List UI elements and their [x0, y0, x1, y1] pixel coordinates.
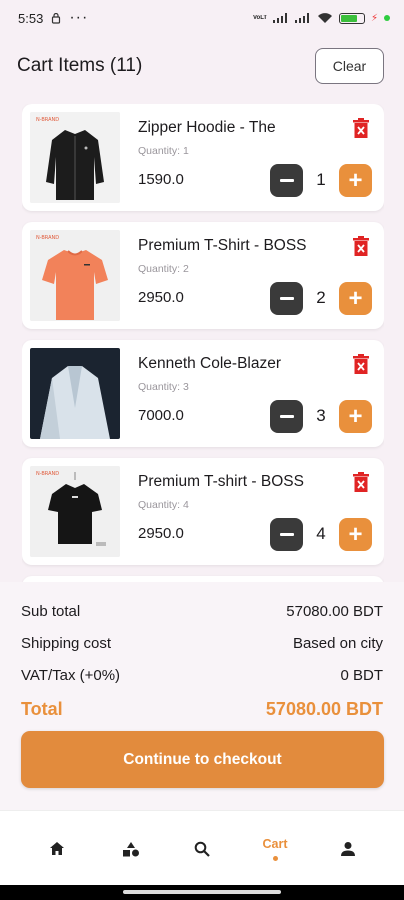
- delete-icon[interactable]: [352, 236, 370, 256]
- shipping-label: Shipping cost: [21, 635, 112, 652]
- plus-icon: +: [348, 167, 363, 194]
- product-image[interactable]: N-BRAND: [30, 230, 120, 321]
- nav-cart[interactable]: Cart: [245, 811, 305, 886]
- decrease-quantity-button[interactable]: [270, 282, 303, 315]
- decrease-quantity-button[interactable]: [270, 164, 303, 197]
- total-label: Total: [21, 699, 63, 719]
- delete-icon[interactable]: [352, 118, 370, 138]
- nav-cart-label: Cart: [262, 836, 288, 851]
- total-value: 57080.00 BDT: [265, 699, 383, 719]
- increase-quantity-button[interactable]: +: [339, 400, 372, 433]
- subtotal-value: 57080.00 BDT: [286, 603, 383, 620]
- svg-text:N-BRAND: N-BRAND: [36, 117, 59, 123]
- subtotal-label: Sub total: [21, 603, 81, 620]
- minus-icon: [279, 297, 294, 300]
- home-icon: [50, 842, 64, 855]
- quantity-label: Quantity: 1: [138, 145, 189, 157]
- quantity-label: Quantity: 3: [138, 381, 189, 393]
- quantity-value: 4: [316, 524, 326, 543]
- product-image[interactable]: N-BRAND: [30, 112, 120, 203]
- notification-icon: [52, 12, 61, 24]
- nav-search[interactable]: [172, 811, 232, 886]
- vat-label: VAT/Tax (+0%): [21, 667, 121, 684]
- order-summary: Sub total 57080.00 BDT Shipping cost Bas…: [0, 582, 404, 810]
- quantity-label: Quantity: 4: [138, 499, 189, 511]
- minus-icon: [279, 533, 294, 536]
- quantity-value: 2: [316, 288, 326, 307]
- product-name[interactable]: Premium T-Shirt - BOSS: [138, 237, 307, 255]
- product-name[interactable]: Zipper Hoodie - The: [138, 119, 276, 137]
- profile-icon: [341, 841, 355, 856]
- active-indicator: [272, 855, 278, 861]
- status-bar: 5:53 ··· VoLTE ⚡: [0, 0, 404, 36]
- delete-icon[interactable]: [352, 472, 370, 492]
- product-image[interactable]: N-BRAND: [30, 466, 120, 557]
- product-name[interactable]: Kenneth Cole-Blazer: [138, 355, 281, 373]
- quantity-value: 1: [316, 170, 326, 189]
- cart-item-card[interactable]: N-BRAND Premium T-shirt - BOSS Quantity:…: [22, 458, 384, 565]
- cart-item-card[interactable]: N-BRAND Zipper Hoodie - The Quantity: 1 …: [22, 104, 384, 211]
- shipping-value: Based on city: [292, 635, 383, 652]
- wifi-icon: [317, 13, 332, 23]
- battery-icon: [338, 12, 365, 24]
- shipping-row: Shipping cost Based on city: [21, 635, 383, 652]
- volte-indicator: VoLTE: [252, 15, 267, 21]
- plus-icon: +: [348, 403, 363, 430]
- subtotal-row: Sub total 57080.00 BDT: [21, 603, 383, 620]
- status-time: 5:53: [18, 10, 44, 26]
- increase-quantity-button[interactable]: +: [339, 282, 372, 315]
- signal-icon: [272, 13, 289, 23]
- vat-value: 0 BDT: [340, 667, 383, 684]
- quantity-label: Quantity: 2: [138, 263, 189, 275]
- increase-quantity-button[interactable]: +: [339, 518, 372, 551]
- total-row: Total 57080.00 BDT: [21, 699, 383, 720]
- bottom-navigation: Cart: [0, 810, 404, 885]
- nav-home[interactable]: [27, 811, 87, 886]
- product-price: 2950.0: [138, 525, 184, 542]
- checkout-button[interactable]: Continue to checkout: [21, 731, 384, 788]
- svg-text:N-BRAND: N-BRAND: [36, 471, 59, 477]
- svg-text:N-BRAND: N-BRAND: [36, 235, 59, 241]
- home-gesture-bar[interactable]: [123, 890, 281, 894]
- quantity-value: 3: [316, 406, 326, 425]
- page-title: Cart Items (11): [17, 55, 143, 76]
- vat-row: VAT/Tax (+0%) 0 BDT: [21, 667, 383, 684]
- charging-icon: ⚡: [370, 12, 378, 24]
- cart-list[interactable]: N-BRAND Zipper Hoodie - The Quantity: 1 …: [22, 104, 384, 582]
- clear-cart-button[interactable]: Clear: [315, 48, 384, 84]
- delete-icon[interactable]: [352, 354, 370, 374]
- minus-icon: [279, 179, 294, 182]
- gesture-area: [0, 885, 404, 900]
- categories-icon: [123, 841, 139, 856]
- plus-icon: +: [348, 285, 363, 312]
- nav-profile[interactable]: [318, 811, 378, 886]
- signal-icon-2: [294, 13, 311, 23]
- product-name[interactable]: Premium T-shirt - BOSS: [138, 473, 304, 491]
- more-notifications-icon: ···: [69, 9, 89, 26]
- plus-icon: +: [348, 521, 363, 548]
- product-price: 2950.0: [138, 289, 184, 306]
- cart-item-card[interactable]: N-BRAND Premium T-Shirt - BOSS Quantity:…: [22, 222, 384, 329]
- cart-item-card[interactable]: Kenneth Cole-Blazer Quantity: 3 7000.0 3…: [22, 340, 384, 447]
- product-price: 7000.0: [138, 407, 184, 424]
- privacy-indicator: [384, 15, 390, 21]
- decrease-quantity-button[interactable]: [270, 518, 303, 551]
- header: Cart Items (11) Clear: [0, 46, 404, 86]
- product-price: 1590.0: [138, 171, 184, 188]
- decrease-quantity-button[interactable]: [270, 400, 303, 433]
- minus-icon: [279, 415, 294, 418]
- search-icon: [194, 841, 210, 857]
- nav-categories[interactable]: [101, 811, 161, 886]
- product-image[interactable]: [30, 348, 120, 439]
- increase-quantity-button[interactable]: +: [339, 164, 372, 197]
